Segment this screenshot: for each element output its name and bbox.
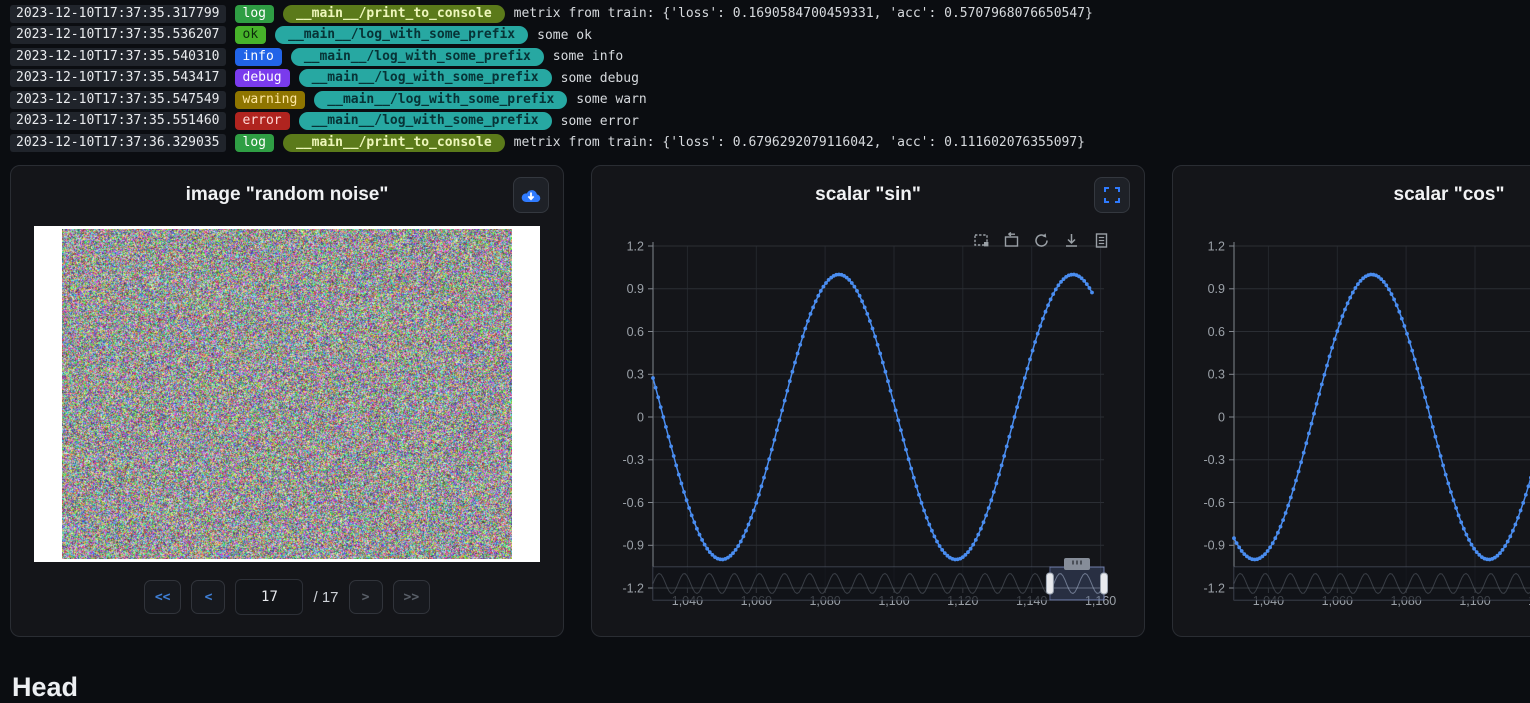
- log-row: 2023-12-10T17:37:35.551460 error __main_…: [10, 111, 1520, 133]
- save-image-icon[interactable]: [1063, 232, 1080, 249]
- last-page-button[interactable]: >>: [393, 580, 431, 614]
- svg-text:-0.6: -0.6: [622, 496, 644, 510]
- log-level-badge: log: [235, 134, 274, 152]
- cos-line-chart[interactable]: 1.20.90.60.30-0.3-0.6-0.9-1.21,0401,0601…: [1173, 224, 1530, 630]
- svg-text:0.6: 0.6: [627, 325, 644, 339]
- cos-card-title: scalar "cos": [1394, 184, 1505, 206]
- log-timestamp: 2023-12-10T17:37:35.543417: [10, 69, 226, 87]
- image-card: image "random noise" << < / 17 > >>: [10, 165, 564, 637]
- svg-text:-0.3: -0.3: [622, 453, 644, 467]
- datazoom-left-handle: [1046, 573, 1053, 594]
- log-message: some info: [553, 49, 623, 64]
- log-level-badge: warning: [235, 91, 306, 109]
- logger-name-pill: __main__/log_with_some_prefix: [291, 48, 544, 66]
- svg-text:0: 0: [1218, 410, 1225, 424]
- grid: [1234, 246, 1530, 588]
- datazoom-slider[interactable]: [653, 558, 1108, 600]
- logger-name-pill: __main__/print_to_console: [283, 134, 505, 152]
- log-row: 2023-12-10T17:37:36.329035 log __main__/…: [10, 132, 1520, 154]
- y-axis-labels: 1.2 0.9 0.6 0.3 0 -0.3 -0.6 -0.9 -1.2: [1203, 239, 1225, 595]
- cos-card-header: scalar "cos": [1173, 166, 1530, 224]
- prev-page-button[interactable]: <: [191, 580, 225, 614]
- svg-text:0.9: 0.9: [1208, 282, 1225, 296]
- restore-icon[interactable]: [1033, 232, 1050, 249]
- log-message: some ok: [537, 28, 592, 43]
- log-timestamp: 2023-12-10T17:37:35.536207: [10, 26, 226, 44]
- random-noise-image: [62, 229, 512, 559]
- page-total-label: / 17: [313, 589, 338, 606]
- logger-name-pill: __main__/log_with_some_prefix: [275, 26, 528, 44]
- image-card-header: image "random noise": [11, 166, 563, 224]
- svg-text:-0.9: -0.9: [622, 539, 644, 553]
- sin-card-header: scalar "sin": [592, 166, 1144, 224]
- log-message: some warn: [576, 92, 646, 107]
- log-timestamp: 2023-12-10T17:37:35.540310: [10, 48, 226, 66]
- first-page-button[interactable]: <<: [144, 580, 182, 614]
- log-timestamp: 2023-12-10T17:37:35.317799: [10, 5, 226, 23]
- cos-chart-card: scalar "cos" 1.2 0.9 0.6 0.3 0 -0.3 -0.6 -0.9 -1…: [1172, 165, 1530, 637]
- zoom-reset-icon[interactable]: [1003, 232, 1020, 249]
- sin-card-title: scalar "sin": [815, 184, 921, 206]
- logger-name-pill: __main__/log_with_some_prefix: [299, 69, 552, 87]
- log-message: some debug: [561, 71, 639, 86]
- chart-toolbox: [973, 232, 1110, 249]
- datazoom-right-handle: [1101, 573, 1108, 594]
- log-level-badge: error: [235, 112, 290, 130]
- sin-chart-card: scalar "sin": [591, 165, 1145, 637]
- cloud-download-icon: [520, 187, 542, 203]
- page-number-input[interactable]: [235, 579, 303, 615]
- log-timestamp: 2023-12-10T17:37:35.547549: [10, 91, 226, 109]
- svg-text:0.3: 0.3: [1208, 368, 1225, 382]
- svg-text:-1.2: -1.2: [1203, 581, 1225, 595]
- log-row: 2023-12-10T17:37:35.547549 warning __mai…: [10, 89, 1520, 111]
- log-row: 2023-12-10T17:37:35.317799 log __main__/…: [10, 3, 1520, 25]
- section-heading: Head: [12, 672, 78, 703]
- log-row: 2023-12-10T17:37:35.543417 debug __main_…: [10, 68, 1520, 90]
- cards-row: image "random noise" << < / 17 > >> scal…: [10, 165, 1530, 637]
- log-row: 2023-12-10T17:37:35.536207 ok __main__/l…: [10, 25, 1520, 47]
- log-message: some error: [561, 114, 639, 129]
- log-timestamp: 2023-12-10T17:37:36.329035: [10, 134, 226, 152]
- grid: [653, 246, 1104, 588]
- log-message: metrix from train: {'loss': 0.6796292079…: [514, 135, 1085, 150]
- logger-name-pill: __main__/log_with_some_prefix: [314, 91, 567, 109]
- svg-text:0.9: 0.9: [627, 282, 644, 296]
- data-view-icon[interactable]: [1093, 232, 1110, 249]
- sin-line-chart[interactable]: 1.20.90.60.30-0.3-0.6-0.9-1.21,0401,0601…: [592, 224, 1144, 630]
- svg-text:-0.3: -0.3: [1203, 453, 1225, 467]
- log-message: metrix from train: {'loss': 0.1690584700…: [514, 6, 1093, 21]
- svg-text:0: 0: [637, 410, 644, 424]
- svg-text:-1.2: -1.2: [622, 581, 644, 595]
- logger-name-pill: __main__/print_to_console: [283, 5, 505, 23]
- zoom-select-icon[interactable]: [973, 232, 990, 249]
- log-level-badge: info: [235, 48, 282, 66]
- image-pagination: << < / 17 > >>: [11, 579, 563, 615]
- expand-icon: [1103, 186, 1121, 204]
- image-card-title: image "random noise": [186, 184, 389, 206]
- download-image-button[interactable]: [513, 177, 549, 213]
- y-axis-labels: 1.2 0.9 0.6 0.3 0 -0.3 -0.6 -0.9 -1.2: [622, 239, 644, 595]
- console-log: 2023-12-10T17:37:35.317799 log __main__/…: [0, 0, 1530, 154]
- log-level-badge: log: [235, 5, 274, 23]
- log-level-badge: debug: [235, 69, 290, 87]
- logger-name-pill: __main__/log_with_some_prefix: [299, 112, 552, 130]
- svg-text:-0.6: -0.6: [1203, 496, 1225, 510]
- image-frame: [34, 226, 540, 562]
- log-level-badge: ok: [235, 26, 267, 44]
- log-timestamp: 2023-12-10T17:37:35.551460: [10, 112, 226, 130]
- svg-text:-0.9: -0.9: [1203, 539, 1225, 553]
- fullscreen-button[interactable]: [1094, 177, 1130, 213]
- log-row: 2023-12-10T17:37:35.540310 info __main__…: [10, 46, 1520, 68]
- svg-text:1.2: 1.2: [1208, 239, 1225, 253]
- datazoom-slider[interactable]: [1234, 558, 1530, 600]
- next-page-button[interactable]: >: [349, 580, 383, 614]
- svg-text:0.3: 0.3: [627, 368, 644, 382]
- svg-text:0.6: 0.6: [1208, 325, 1225, 339]
- svg-text:1.2: 1.2: [627, 239, 644, 253]
